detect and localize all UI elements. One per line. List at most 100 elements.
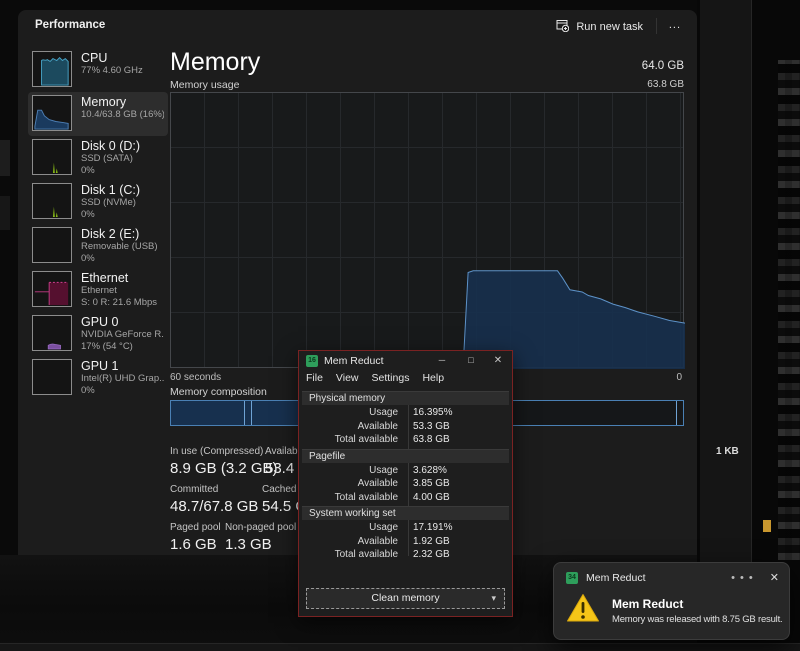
background-highlight-fragment <box>763 520 771 532</box>
table-row: Total available4.00 GB <box>302 491 509 505</box>
sidebar-item-cpu[interactable]: CPU77% 4.60 GHz <box>28 48 168 92</box>
stat-non-paged-pool: Non-paged pool 1.3 GB <box>225 522 296 553</box>
menu-item-help[interactable]: Help <box>422 372 444 384</box>
cpu-mini-graph-icon <box>32 51 72 87</box>
table-row: Usage3.628% <box>302 464 509 478</box>
table-row: Total available2.32 GB <box>302 548 509 562</box>
sidebar-item-subtitle: 0% <box>81 209 140 221</box>
sidebar-item-disk-0-d[interactable]: Disk 0 (D:)SSD (SATA)0% <box>28 136 168 180</box>
run-new-task-button[interactable]: Run new task <box>548 15 651 39</box>
taskbar-edge <box>0 643 800 651</box>
close-button[interactable]: ✕ <box>490 353 506 368</box>
stat-in-use-compressed: In use (Compressed) 8.9 GB (3.2 GB) <box>170 446 265 477</box>
sidebar-item-gpu-1[interactable]: GPU 1Intel(R) UHD Grap...0% <box>28 356 168 400</box>
stat-value: 48.7/67.8 GB <box>170 498 262 515</box>
mem-reduct-titlebar[interactable]: 16 Mem Reduct ─ □ ✕ <box>299 351 512 371</box>
memory-composition-label: Memory composition <box>170 386 267 398</box>
sidebar-item-title: Disk 1 (C:) <box>81 183 140 197</box>
row-value: 4.00 GB <box>405 491 450 505</box>
sidebar-item-subtitle: 0% <box>81 385 164 397</box>
gpu-0-mini-graph-icon <box>32 315 72 351</box>
background-window-fragment <box>0 140 10 176</box>
sidebar-item-text: GPU 0NVIDIA GeForce R...17% (54 °C) <box>81 315 164 352</box>
warning-icon <box>566 593 600 628</box>
chevron-down-icon[interactable]: ▾ <box>491 589 496 608</box>
toast-app-name: Mem Reduct <box>586 572 731 584</box>
sidebar-item-text: Memory10.4/63.8 GB (16%) <box>81 95 164 121</box>
table-row: Total available63.8 GB <box>302 433 509 447</box>
stat-label: Non-paged pool <box>225 522 296 533</box>
row-label: Available <box>302 420 405 434</box>
row-label: Total available <box>302 548 405 562</box>
sidebar-item-text: CPU77% 4.60 GHz <box>81 51 143 77</box>
sidebar-item-subtitle: 0% <box>81 165 140 177</box>
stat-label: Paged pool <box>170 522 225 533</box>
sidebar-item-text: Disk 0 (D:)SSD (SATA)0% <box>81 139 140 176</box>
sidebar-item-title: CPU <box>81 51 143 65</box>
toolbar-separator <box>656 18 657 34</box>
mem-reduct-app-icon: 34 <box>566 572 578 584</box>
table-row: Available3.85 GB <box>302 477 509 491</box>
sidebar-item-subtitle: 77% 4.60 GHz <box>81 65 143 77</box>
mem-reduct-app-icon: 16 <box>306 355 318 367</box>
sidebar-item-title: Disk 2 (E:) <box>81 227 158 241</box>
section-header-system-working-set: System working set <box>302 506 509 520</box>
row-label: Usage <box>302 464 405 478</box>
stat-value: 1.6 GB <box>170 536 225 553</box>
sidebar-item-disk-2-e[interactable]: Disk 2 (E:)Removable (USB)0% <box>28 224 168 268</box>
toast-close-button[interactable]: ✕ <box>770 571 779 584</box>
mem-reduct-title: Mem Reduct <box>324 355 384 367</box>
sidebar-item-title: Memory <box>81 95 164 109</box>
stat-value: 1.3 GB <box>225 536 296 553</box>
screen: 1 KB Performance Run new task ... CPU77%… <box>0 0 800 651</box>
minimize-button[interactable]: ─ <box>434 353 450 368</box>
toast-more-options-button[interactable]: • • • <box>731 572 754 584</box>
row-value: 3.628% <box>405 464 447 478</box>
sidebar-item-subtitle: SSD (NVMe) <box>81 197 140 209</box>
sidebar-item-subtitle: NVIDIA GeForce R... <box>81 329 164 341</box>
chart-scale-max: 63.8 GB <box>647 79 684 90</box>
ethernet-mini-graph-icon <box>32 271 72 307</box>
stat-paged-pool: Paged pool 1.6 GB <box>170 522 225 553</box>
sidebar-item-disk-1-c[interactable]: Disk 1 (C:)SSD (NVMe)0% <box>28 180 168 224</box>
chart-time-left: 60 seconds <box>170 372 221 383</box>
maximize-button[interactable]: □ <box>463 353 479 368</box>
chart-time-right: 0 <box>676 372 682 383</box>
sidebar-item-memory[interactable]: Memory10.4/63.8 GB (16%) <box>28 92 168 136</box>
memory-usage-label: Memory usage <box>170 79 239 91</box>
toast-title: Mem Reduct <box>612 597 782 611</box>
sidebar-item-title: GPU 0 <box>81 315 164 329</box>
row-label: Total available <box>302 491 405 505</box>
sidebar-item-subtitle: SSD (SATA) <box>81 153 140 165</box>
stat-value: 8.9 GB (3.2 GB) <box>170 460 265 477</box>
gpu-1-mini-graph-icon <box>32 359 72 395</box>
notification-toast[interactable]: 34 Mem Reduct • • • ✕ Mem Reduct Memory … <box>553 562 790 640</box>
run-new-task-label: Run new task <box>576 21 643 33</box>
menu-item-file[interactable]: File <box>306 372 323 384</box>
sidebar-item-ethernet[interactable]: EthernetEthernetS: 0 R: 21.6 Mbps <box>28 268 168 312</box>
row-label: Available <box>302 535 405 549</box>
stat-label: In use (Compressed) <box>170 446 265 457</box>
row-value: 2.32 GB <box>405 548 450 562</box>
table-row: Available53.3 GB <box>302 420 509 434</box>
mem-reduct-window: 16 Mem Reduct ─ □ ✕ File View Settings Help… <box>298 350 513 617</box>
sidebar-item-text: Disk 2 (E:)Removable (USB)0% <box>81 227 158 264</box>
memory-usage-chart <box>170 92 684 368</box>
sidebar-item-gpu-0[interactable]: GPU 0NVIDIA GeForce R...17% (54 °C) <box>28 312 168 356</box>
sidebar-item-title: Ethernet <box>81 271 157 285</box>
toast-body: Mem Reduct Memory was released with 8.75… <box>566 593 781 628</box>
row-value: 53.3 GB <box>405 420 450 434</box>
more-options-button[interactable]: ... <box>663 15 687 35</box>
mem-reduct-table: Physical memoryUsage16.395%Available53.3… <box>302 391 509 564</box>
background-window-fragment <box>700 0 752 612</box>
section-header-pagefile: Pagefile <box>302 449 509 463</box>
menu-item-settings[interactable]: Settings <box>372 372 410 384</box>
row-value: 1.92 GB <box>405 535 450 549</box>
toast-text: Mem Reduct Memory was released with 8.75… <box>612 597 782 625</box>
sidebar-item-subtitle: Intel(R) UHD Grap... <box>81 373 164 385</box>
clean-memory-button[interactable]: Clean memory ▾ <box>306 588 505 609</box>
menu-item-view[interactable]: View <box>336 372 359 384</box>
row-label: Total available <box>302 433 405 447</box>
composition-divider <box>676 401 677 425</box>
composition-divider <box>244 401 245 425</box>
